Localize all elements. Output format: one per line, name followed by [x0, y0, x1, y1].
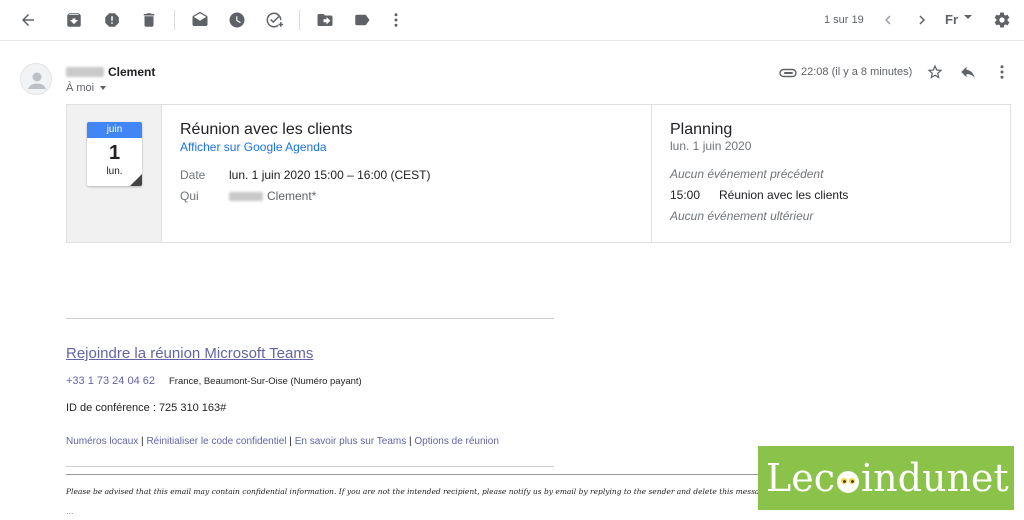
settings-gear-icon[interactable] [993, 11, 1011, 29]
dial-in-phone-link[interactable]: +33 1 73 24 04 62 [66, 375, 155, 387]
recipient-label: À moi [66, 82, 95, 94]
date-value: lun. 1 juin 2020 15:00 – 16:00 (CEST) [229, 168, 431, 182]
star-icon[interactable] [926, 63, 944, 81]
calendar-invite-card: juin 1 lun. Réunion avec les clients Aff… [66, 104, 1011, 243]
older-chevron-icon[interactable] [913, 11, 931, 29]
calendar-month: juin [87, 122, 142, 138]
more-vert-icon[interactable] [387, 11, 405, 29]
sender-name[interactable]: Clement [108, 65, 155, 79]
dial-in-location: France, Beaumont-Sur-Oise (Numéro payant… [169, 376, 362, 387]
sender-avatar[interactable] [20, 63, 52, 95]
planning-title: Planning [670, 121, 733, 138]
planning-panel: Planning lun. 1 juin 2020 Aucun événemen… [651, 105, 1010, 242]
planning-event-title[interactable]: Réunion avec les clients [719, 188, 848, 202]
move-to-folder-icon[interactable] [316, 11, 334, 29]
back-arrow-icon[interactable] [19, 11, 37, 29]
attendee-name: Clement* [267, 189, 317, 203]
pager-count: 1 sur 19 [824, 14, 864, 26]
planning-date: lun. 1 juin 2020 [670, 139, 752, 153]
watermark-text-start: Lec [766, 456, 836, 500]
person-icon [28, 72, 46, 89]
coin-eyes-icon [837, 471, 860, 493]
reply-icon[interactable] [959, 63, 977, 81]
snooze-clock-icon[interactable] [228, 11, 246, 29]
event-title: Réunion avec les clients [180, 121, 353, 138]
reset-pin-link[interactable]: Réinitialiser le code confidentiel [146, 436, 286, 447]
no-previous-event: Aucun événement précédent [670, 167, 824, 181]
watermark-logo: Lec indunet [758, 446, 1014, 510]
confidentiality-disclaimer: Please be advised that this email may co… [66, 487, 772, 496]
attachment-paperclip-icon [779, 66, 797, 78]
signature-divider [66, 474, 758, 475]
teams-divider [66, 318, 554, 319]
local-numbers-link[interactable]: Numéros locaux [66, 436, 138, 447]
invite-date-panel: juin 1 lun. [67, 105, 162, 242]
no-next-event: Aucun événement ultérieur [670, 209, 814, 223]
toolbar: 1 sur 19 Fr [0, 0, 1024, 41]
meeting-options-link[interactable]: Options de réunion [414, 436, 499, 447]
message-time: 22:08 (il y a 8 minutes) [801, 66, 913, 78]
delete-icon[interactable] [140, 11, 158, 29]
who-value: Clement* [229, 189, 316, 203]
label-icon[interactable] [353, 11, 371, 29]
more-vert-icon[interactable] [993, 63, 1011, 81]
planning-event-time: 15:00 [670, 188, 701, 202]
report-spam-icon[interactable] [103, 11, 121, 29]
learn-more-teams-link[interactable]: En savoir plus sur Teams [295, 436, 407, 447]
toolbar-divider [299, 10, 300, 30]
toolbar-divider [174, 10, 175, 30]
caret-down-icon[interactable] [100, 86, 107, 90]
newer-chevron-icon[interactable] [879, 11, 897, 29]
trimmed-content-ellipsis[interactable]: ... [66, 506, 74, 516]
watermark-text-end: indunet [861, 456, 1009, 500]
watermark-text: Lec indunet [766, 456, 1009, 500]
teams-divider-bottom [66, 466, 554, 467]
date-label: Date [180, 168, 206, 182]
who-label: Qui [180, 189, 199, 203]
page-fold-icon [130, 174, 142, 186]
caret-down-icon[interactable] [964, 15, 972, 19]
view-in-calendar-link[interactable]: Afficher sur Google Agenda [180, 140, 327, 154]
calendar-day: 1 [108, 142, 121, 164]
add-task-icon[interactable] [265, 11, 283, 29]
recipient-line[interactable]: À moi [66, 82, 107, 94]
teams-links-row: Numéros locaux | Réinitialiser le code c… [66, 436, 499, 447]
sender-line: Clement [66, 65, 155, 79]
input-language-selector[interactable]: Fr [945, 12, 958, 27]
mark-unread-icon[interactable] [191, 11, 209, 29]
redacted-name [229, 191, 263, 201]
calendar-date-icon: juin 1 lun. [87, 122, 142, 186]
redacted-name [66, 67, 104, 77]
conference-id: ID de conférence : 725 310 163# [66, 402, 227, 414]
join-teams-link[interactable]: Rejoindre la réunion Microsoft Teams [66, 345, 313, 362]
archive-icon[interactable] [65, 11, 83, 29]
